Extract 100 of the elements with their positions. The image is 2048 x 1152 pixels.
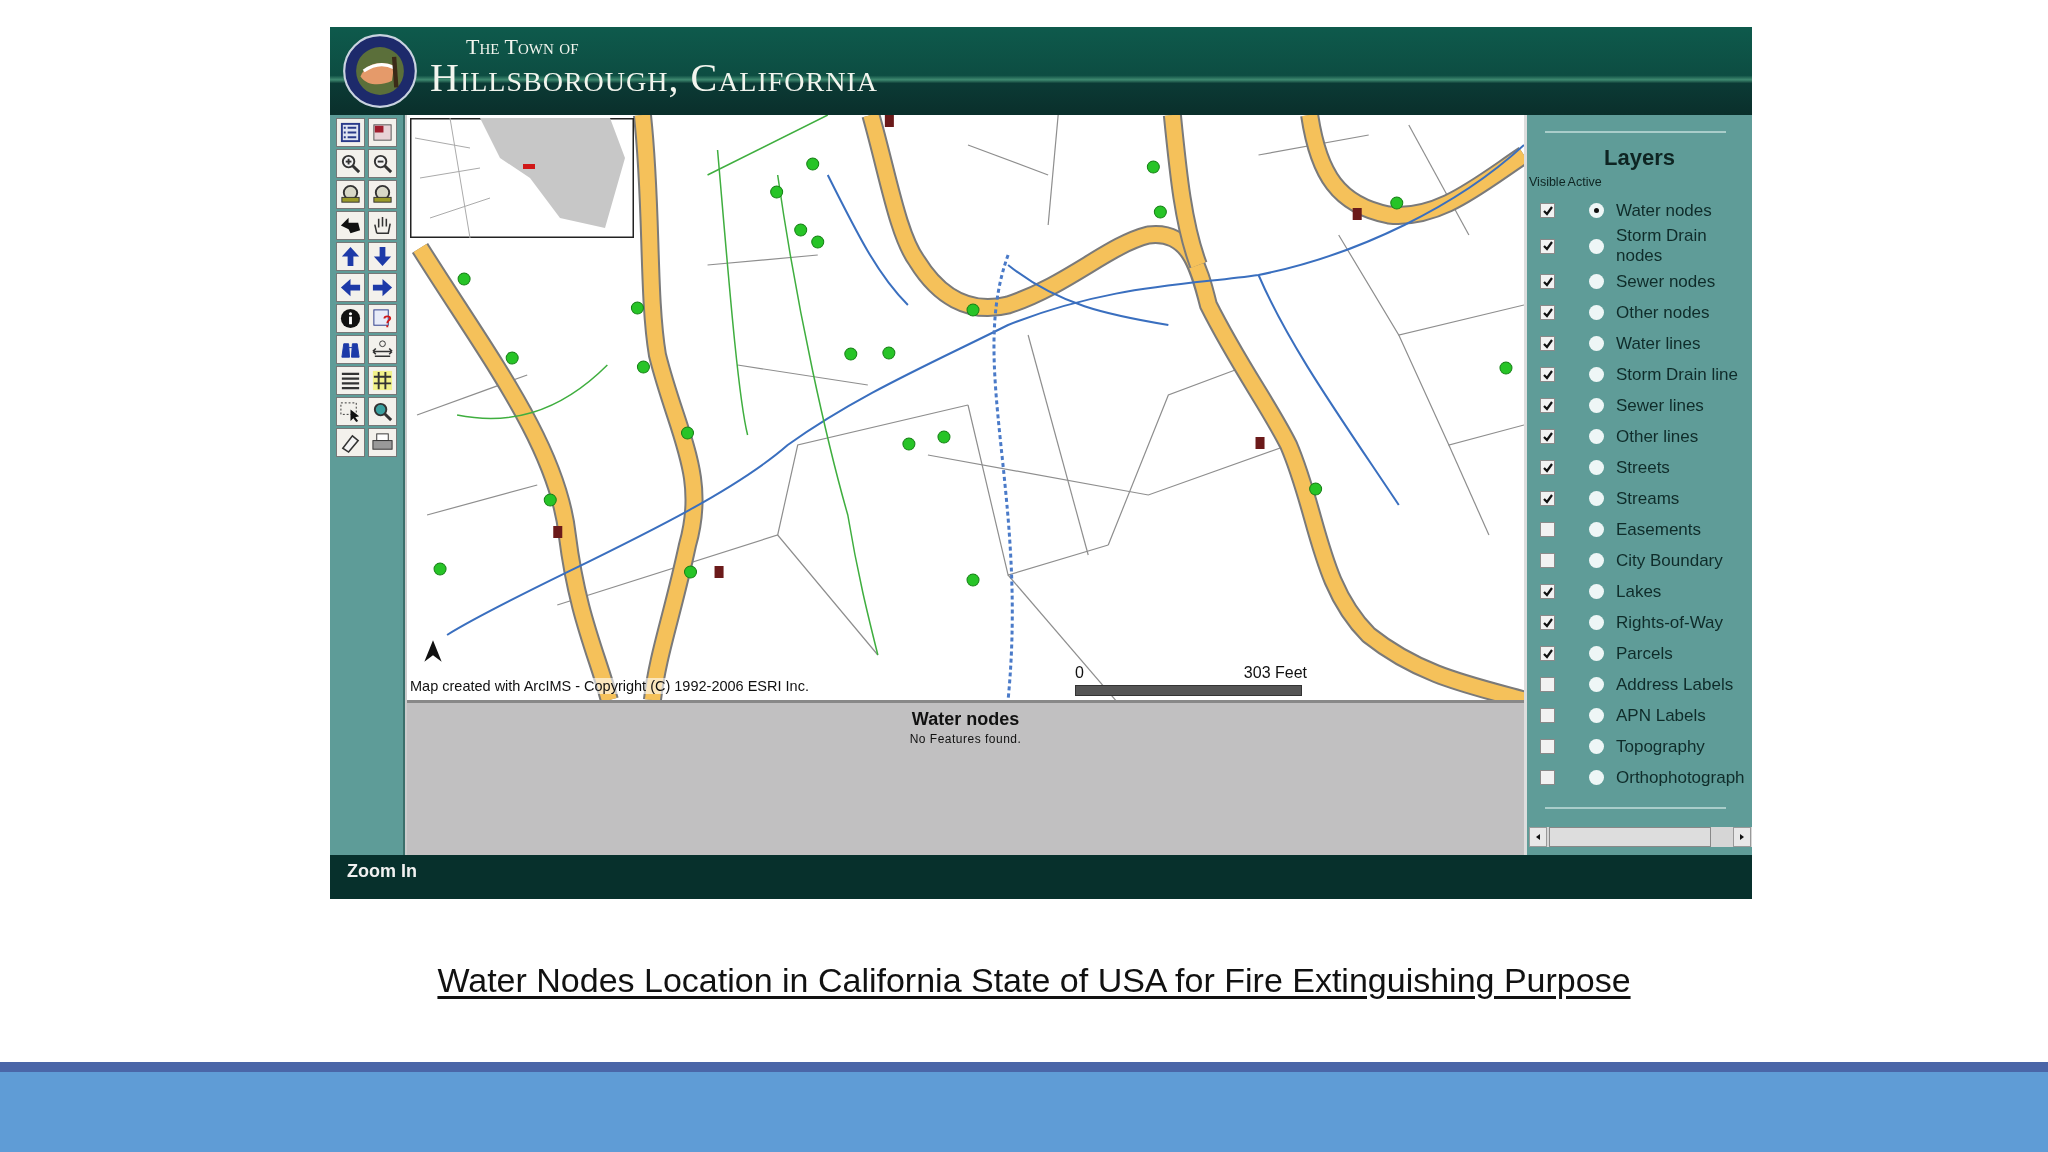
info-button[interactable] <box>336 304 365 333</box>
header-title: Hillsborough, California <box>430 58 878 98</box>
layer-label: Parcels <box>1616 643 1673 664</box>
layer-label: Topography <box>1616 736 1705 757</box>
map-copyright: Map created with ArcIMS - Copyright (C) 1992-2006 ESRI Inc. <box>410 678 809 694</box>
active-radio[interactable] <box>1589 646 1604 661</box>
visible-checkbox[interactable] <box>1540 336 1555 351</box>
arrow-right-button[interactable] <box>368 273 397 302</box>
active-radio[interactable] <box>1589 238 1604 254</box>
grid-icon <box>371 369 394 392</box>
zoom-out-icon <box>371 152 394 175</box>
globe-icon <box>339 183 362 206</box>
visible-checkbox[interactable] <box>1540 770 1555 785</box>
visible-checkbox[interactable] <box>1540 491 1555 506</box>
layer-label: Other nodes <box>1616 302 1710 323</box>
arrow-up-icon <box>339 245 362 268</box>
town-seal-icon <box>342 33 418 109</box>
visible-checkbox[interactable] <box>1540 367 1555 382</box>
select-button[interactable] <box>336 397 365 426</box>
zoom-out-button[interactable] <box>368 149 397 178</box>
globe-icon <box>371 183 394 206</box>
info-icon <box>339 307 362 330</box>
back-hand-button[interactable] <box>336 211 365 240</box>
visible-checkbox[interactable] <box>1540 708 1555 723</box>
visible-checkbox[interactable] <box>1540 646 1555 661</box>
layers-title: Layers <box>1604 145 1675 171</box>
zoom-in-icon <box>339 152 362 175</box>
measure-button[interactable] <box>368 335 397 364</box>
active-radio[interactable] <box>1589 274 1604 289</box>
active-radio[interactable] <box>1589 305 1604 320</box>
scroll-left-icon[interactable] <box>1534 833 1542 841</box>
street-map[interactable]: Map created with ArcIMS - Copyright (C) 1992-2006 ESRI Inc. 0 303 Feet <box>407 115 1524 700</box>
visible-checkbox[interactable] <box>1540 584 1555 599</box>
visible-checkbox[interactable] <box>1540 553 1555 568</box>
magnifier-icon <box>371 400 394 423</box>
hand-button[interactable] <box>368 211 397 240</box>
visible-checkbox[interactable] <box>1540 203 1555 218</box>
active-radio[interactable] <box>1589 584 1604 599</box>
help-button[interactable] <box>368 304 397 333</box>
slide-caption: Water Nodes Location in California State of USA for Fire Extinguishing Purpose <box>437 961 1631 1000</box>
active-radio[interactable] <box>1589 615 1604 630</box>
status-text: Zoom In <box>347 861 417 882</box>
active-radio[interactable] <box>1589 739 1604 754</box>
help-icon <box>371 307 394 330</box>
visible-checkbox[interactable] <box>1540 615 1555 630</box>
rows-button[interactable] <box>336 366 365 395</box>
overview-map[interactable] <box>410 118 634 238</box>
active-radio[interactable] <box>1589 203 1604 218</box>
layer-label: Orthophotograph <box>1616 767 1745 788</box>
active-radio[interactable] <box>1589 708 1604 723</box>
scroll-right-icon[interactable] <box>1738 833 1746 841</box>
arrow-left-button[interactable] <box>336 273 365 302</box>
layer-label: Storm Drain line <box>1616 364 1738 385</box>
printer-button[interactable] <box>368 428 397 457</box>
arrow-left-icon <box>339 276 362 299</box>
visible-checkbox[interactable] <box>1540 305 1555 320</box>
globe-button[interactable] <box>368 180 397 209</box>
arrow-up-button[interactable] <box>336 242 365 271</box>
active-radio[interactable] <box>1589 398 1604 413</box>
layer-label: Water lines <box>1616 333 1701 354</box>
list-icon <box>339 121 362 144</box>
grid-button[interactable] <box>368 366 397 395</box>
layer-label: Address Labels <box>1616 674 1734 695</box>
magnifier-button[interactable] <box>368 397 397 426</box>
layer-label: Lakes <box>1616 581 1662 602</box>
active-radio[interactable] <box>1589 367 1604 382</box>
visible-checkbox[interactable] <box>1540 460 1555 475</box>
arrow-down-button[interactable] <box>368 242 397 271</box>
globe-button[interactable] <box>336 180 365 209</box>
flag-button[interactable] <box>368 118 397 147</box>
visible-checkbox[interactable] <box>1540 677 1555 692</box>
active-radio[interactable] <box>1589 491 1604 506</box>
list-button[interactable] <box>336 118 365 147</box>
active-radio[interactable] <box>1589 553 1604 568</box>
scale-label: 0 <box>1075 664 1084 682</box>
visible-checkbox[interactable] <box>1540 429 1555 444</box>
active-radio[interactable] <box>1589 429 1604 444</box>
eraser-button[interactable] <box>336 428 365 457</box>
active-radio[interactable] <box>1589 460 1604 475</box>
header-subtitle: The Town of <box>465 36 580 58</box>
layer-label: Sewer lines <box>1616 395 1704 416</box>
visible-checkbox[interactable] <box>1540 238 1555 254</box>
active-radio[interactable] <box>1589 522 1604 537</box>
visible-checkbox[interactable] <box>1540 398 1555 413</box>
active-radio[interactable] <box>1589 770 1604 785</box>
layer-label: Sewer nodes <box>1616 271 1716 292</box>
visible-checkbox[interactable] <box>1540 274 1555 289</box>
hand-icon <box>371 214 394 237</box>
results-title: Water nodes <box>911 709 1020 730</box>
visible-checkbox[interactable] <box>1540 522 1555 537</box>
binoculars-button[interactable] <box>336 335 365 364</box>
layer-label: Water nodes <box>1616 200 1712 221</box>
column-heading: Active <box>1567 175 1602 189</box>
active-radio[interactable] <box>1589 677 1604 692</box>
zoom-in-button[interactable] <box>336 149 365 178</box>
visible-checkbox[interactable] <box>1540 739 1555 754</box>
layer-label: Other lines <box>1616 426 1699 447</box>
layer-label: Easements <box>1616 519 1702 540</box>
active-radio[interactable] <box>1589 336 1604 351</box>
horizontal-scrollbar[interactable] <box>1529 827 1752 847</box>
